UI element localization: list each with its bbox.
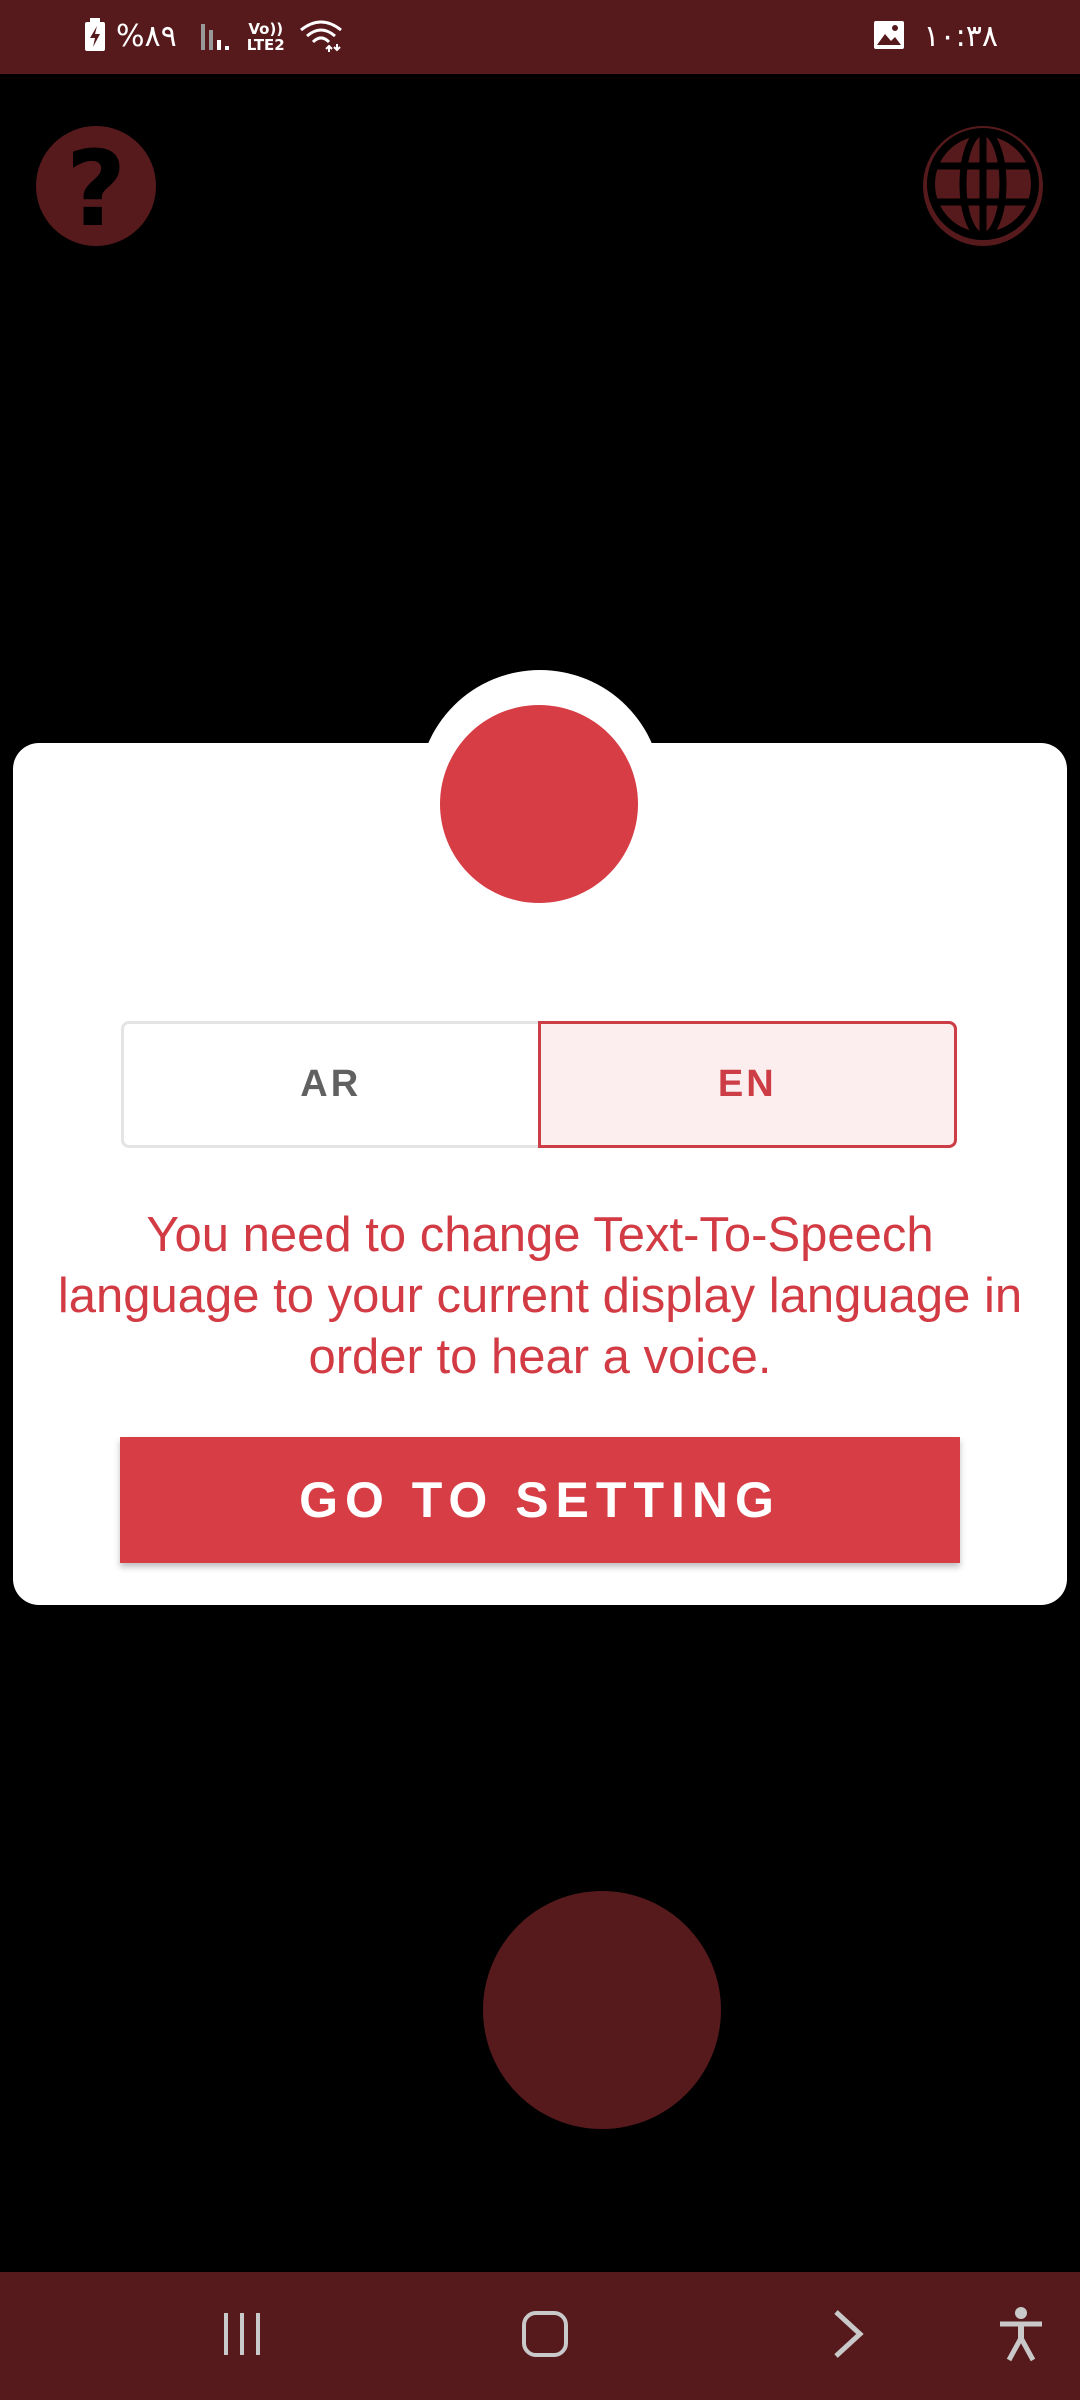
recent-apps-button[interactable] [200, 2272, 284, 2400]
back-button[interactable] [812, 2272, 884, 2400]
clock: ١٠:٣٨ [923, 19, 998, 54]
navigation-bar [0, 2272, 1080, 2400]
recent-apps-icon [218, 2311, 266, 2362]
accessibility-button[interactable] [986, 2272, 1056, 2400]
globe-icon [923, 124, 1043, 249]
status-right-group: ١٠:٣٨ [873, 0, 998, 74]
question-mark-icon: ? [65, 128, 127, 250]
accessibility-icon [997, 2306, 1045, 2367]
language-button[interactable] [923, 126, 1043, 246]
help-button[interactable]: ? [36, 126, 156, 246]
home-icon [520, 2309, 570, 2364]
tts-warning-message: You need to change Text-To-Speech langua… [57, 1208, 1023, 1384]
signal-icon [199, 20, 233, 55]
network-type-label: Vo)) LTE2 [243, 21, 289, 53]
language-option-ar[interactable]: AR [121, 1021, 538, 1148]
home-button[interactable] [500, 2272, 590, 2400]
back-icon [830, 2308, 866, 2365]
wifi-icon [299, 18, 343, 57]
record-button[interactable] [483, 1891, 721, 2129]
language-toggle: AR EN [121, 1021, 957, 1148]
status-bar: %٨٩ Vo)) LTE2 ١٠:٣٨ [0, 0, 1080, 74]
battery-percentage: %٨٩ [116, 19, 177, 54]
gallery-icon [873, 20, 905, 55]
go-to-setting-button[interactable]: GO TO SETTING [120, 1437, 960, 1563]
network-label-text: Vo)) LTE2 [246, 20, 285, 54]
dialog-badge-circle [440, 705, 638, 903]
status-left-group: %٨٩ Vo)) LTE2 [84, 0, 343, 74]
battery-charging-icon [84, 17, 106, 57]
language-option-en[interactable]: EN [537, 1021, 957, 1148]
